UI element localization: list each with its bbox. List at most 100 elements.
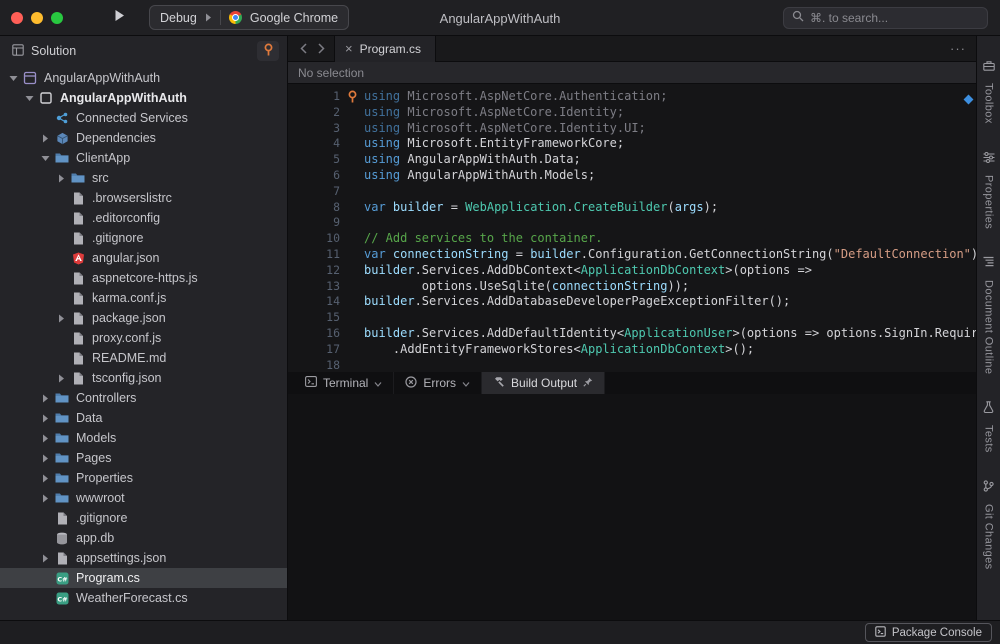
chevron-right-icon[interactable] <box>38 454 53 463</box>
tree-item-app-db[interactable]: app.db <box>0 528 287 548</box>
tree-item-angularappwithauth[interactable]: AngularAppWithAuth <box>0 68 287 88</box>
svg-text:C#: C# <box>57 575 67 583</box>
chevron-right-icon[interactable] <box>38 414 53 423</box>
tree-item-label: appsettings.json <box>76 551 166 565</box>
tool-window-tests[interactable]: Tests <box>983 400 995 453</box>
tree-item-weatherforecast-cs[interactable]: C#WeatherForecast.cs <box>0 588 287 608</box>
pin-icon[interactable] <box>583 376 593 390</box>
code-text: var builder = WebApplication.CreateBuild… <box>364 200 718 216</box>
code-line: 17 .AddEntityFrameworkStores<Application… <box>288 342 976 358</box>
chevron-down-icon[interactable] <box>462 376 470 390</box>
minimize-window-button[interactable] <box>31 12 43 24</box>
bottom-tab-terminal[interactable]: Terminal <box>294 372 394 394</box>
tree-item-wwwroot[interactable]: wwwroot <box>0 488 287 508</box>
tree-item-karma-conf-js[interactable]: karma.conf.js <box>0 288 287 308</box>
tree-item-appsettings-json[interactable]: appsettings.json <box>0 548 287 568</box>
errors-icon <box>405 376 417 391</box>
tab-overflow-button[interactable]: ··· <box>950 41 966 56</box>
tab-program-cs[interactable]: × Program.cs <box>334 36 436 62</box>
file-icon <box>69 212 87 225</box>
tool-window-properties[interactable]: Properties <box>983 150 995 229</box>
chevron-right-icon[interactable] <box>38 494 53 503</box>
tree-item-label: Connected Services <box>76 111 188 125</box>
gutter-spacer <box>340 231 364 247</box>
bottom-tab-errors[interactable]: Errors <box>394 372 482 394</box>
zoom-window-button[interactable] <box>51 12 63 24</box>
tree-item-label: src <box>92 171 109 185</box>
navigate-back-button[interactable] <box>296 39 310 59</box>
chevron-right-icon[interactable] <box>54 374 69 383</box>
tree-item-models[interactable]: Models <box>0 428 287 448</box>
chevron-down-icon[interactable] <box>38 155 53 162</box>
gutter-spacer <box>340 342 364 358</box>
gutter-spacer <box>340 121 364 137</box>
close-icon[interactable]: × <box>345 42 353 55</box>
tool-window-git-changes[interactable]: Git Changes <box>983 479 995 570</box>
code-text: options.UseSqlite(connectionString)); <box>364 279 689 295</box>
tree-item-dependencies[interactable]: Dependencies <box>0 128 287 148</box>
tree-item-connected-services[interactable]: Connected Services <box>0 108 287 128</box>
tree-item-clientapp[interactable]: ClientApp <box>0 148 287 168</box>
tool-window-toolbox[interactable]: Toolbox <box>983 58 995 124</box>
chevron-down-icon[interactable] <box>6 75 21 82</box>
line-number: 2 <box>288 105 340 121</box>
tree-item-src[interactable]: src <box>0 168 287 188</box>
project-icon <box>37 92 55 104</box>
chevron-down-icon[interactable] <box>22 95 37 102</box>
package-console-button[interactable]: Package Console <box>865 623 992 642</box>
statusbar: Package Console <box>0 620 1000 644</box>
tool-window-label: Toolbox <box>983 83 995 124</box>
code-text: using Microsoft.AspNetCore.Identity; <box>364 105 624 121</box>
tree-item-label: tsconfig.json <box>92 371 161 385</box>
tree-item-aspnetcore-https-js[interactable]: aspnetcore-https.js <box>0 268 287 288</box>
search-input[interactable]: ⌘. to search... <box>783 7 988 29</box>
tree-item-angular-json[interactable]: angular.json <box>0 248 287 268</box>
chevron-right-icon[interactable] <box>54 174 69 183</box>
run-button[interactable] <box>105 6 133 30</box>
run-config-label[interactable]: Debug <box>160 11 197 25</box>
tree-item-readme-md[interactable]: README.md <box>0 348 287 368</box>
tree-item-properties[interactable]: Properties <box>0 468 287 488</box>
bottom-tab-build-output[interactable]: Build Output <box>482 372 605 394</box>
code-editor[interactable]: 1using Microsoft.AspNetCore.Authenticati… <box>288 84 976 372</box>
chevron-right-icon[interactable] <box>38 134 53 143</box>
chevron-right-icon[interactable] <box>38 394 53 403</box>
tree-item-label: AngularAppWithAuth <box>60 91 187 105</box>
tree-item-controllers[interactable]: Controllers <box>0 388 287 408</box>
chevron-right-icon[interactable] <box>54 314 69 323</box>
browser-target-label[interactable]: Google Chrome <box>250 11 338 25</box>
tree-item-tsconfig-json[interactable]: tsconfig.json <box>0 368 287 388</box>
tree-item-proxy-conf-js[interactable]: proxy.conf.js <box>0 328 287 348</box>
bottom-tab-label: Terminal <box>323 376 368 390</box>
tree-item-editorconfig[interactable]: .editorconfig <box>0 208 287 228</box>
tree-item-angularappwithauth[interactable]: AngularAppWithAuth <box>0 88 287 108</box>
tree-item-browserslistrc[interactable]: .browserslistrc <box>0 188 287 208</box>
tree-item-pages[interactable]: Pages <box>0 448 287 468</box>
tool-window-rail: Toolbox Properties Document Outline Tests Gi… <box>976 36 1000 620</box>
tree-item-data[interactable]: Data <box>0 408 287 428</box>
chevron-down-icon[interactable] <box>374 376 382 390</box>
navigate-forward-button[interactable] <box>314 39 328 59</box>
build-icon <box>493 376 505 391</box>
tool-window-label: Properties <box>983 175 995 229</box>
track-active-item-button[interactable] <box>257 41 279 61</box>
csharp-icon: C# <box>53 572 71 585</box>
csharp-icon: C# <box>53 592 71 605</box>
close-window-button[interactable] <box>11 12 23 24</box>
tree-item-program-cs[interactable]: C#Program.cs <box>0 568 287 588</box>
tree-item-label: proxy.conf.js <box>92 331 161 345</box>
build-output-content[interactable] <box>288 394 976 620</box>
tree-item-gitignore[interactable]: .gitignore <box>0 228 287 248</box>
tree-item-gitignore[interactable]: .gitignore <box>0 508 287 528</box>
db-icon <box>53 532 71 545</box>
bottom-tab-label: Build Output <box>511 376 577 390</box>
tool-window-document-outline[interactable]: Document Outline <box>983 255 995 374</box>
tree-item-package-json[interactable]: package.json <box>0 308 287 328</box>
chevron-right-icon[interactable] <box>38 434 53 443</box>
file-icon <box>69 312 87 325</box>
breadcrumb[interactable]: No selection <box>288 62 976 84</box>
tree-item-label: Pages <box>76 451 111 465</box>
line-number: 9 <box>288 215 340 231</box>
chevron-right-icon[interactable] <box>38 474 53 483</box>
chevron-right-icon[interactable] <box>38 554 53 563</box>
